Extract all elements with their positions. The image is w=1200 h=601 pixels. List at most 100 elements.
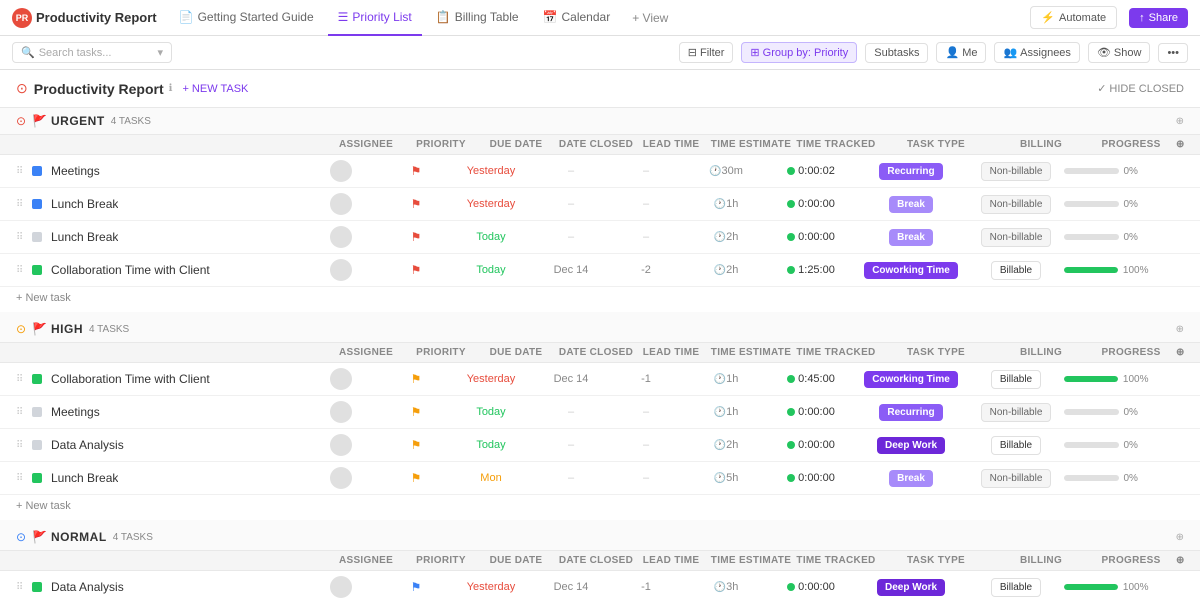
share-button[interactable]: ↑ Share	[1129, 8, 1188, 28]
col-header-assignee: ASSIGNEE	[326, 139, 406, 150]
group-icon: ⊞	[750, 46, 759, 59]
filter-button[interactable]: ⊟ Filter	[679, 42, 734, 63]
me-button[interactable]: 👤 Me	[936, 42, 986, 63]
col-header-time-estimate: TIME ESTIMATE	[706, 139, 796, 150]
task-name: Lunch Break	[51, 230, 118, 244]
avatar	[330, 193, 352, 215]
drag-handle[interactable]: ⠿	[16, 232, 28, 243]
add-task-urgent[interactable]: + New task	[0, 287, 1200, 312]
task-status-color	[32, 473, 42, 483]
drag-handle[interactable]: ⠿	[16, 440, 28, 451]
task-assignee	[301, 259, 381, 281]
drag-handle[interactable]: ⠿	[16, 374, 28, 385]
task-lead-time: -1	[611, 373, 681, 385]
task-type-badge: Recurring	[879, 404, 942, 421]
task-row[interactable]: ⠿ Lunch Break ⚑ Today – – 🕐2h 0:00:00 Br…	[0, 221, 1200, 254]
add-task-high[interactable]: + New task	[0, 495, 1200, 520]
task-date-closed: –	[531, 439, 611, 451]
tab-billing-table[interactable]: 📋 Billing Table	[426, 0, 529, 36]
task-date-closed: –	[531, 472, 611, 484]
task-due-date: Today	[451, 439, 531, 451]
task-due-date: Yesterday	[451, 198, 531, 210]
table-icon: 📋	[436, 10, 451, 24]
drag-handle[interactable]: ⠿	[16, 582, 28, 593]
drag-handle[interactable]: ⠿	[16, 407, 28, 418]
new-task-button[interactable]: + NEW TASK	[182, 83, 248, 95]
more-options-button[interactable]: •••	[1158, 43, 1188, 63]
task-assignee	[301, 193, 381, 215]
normal-add-button[interactable]: ⊕	[1176, 532, 1184, 543]
task-status-color	[32, 582, 42, 592]
assignees-button[interactable]: 👥 Assignees	[994, 42, 1079, 63]
drag-handle[interactable]: ⠿	[16, 166, 28, 177]
task-type-cell: Break	[851, 196, 971, 213]
add-view-button[interactable]: + View	[624, 11, 676, 25]
task-due-date: Today	[451, 231, 531, 243]
automate-button[interactable]: ⚡ Automate	[1030, 6, 1117, 29]
filter-icon: ⊟	[688, 46, 697, 59]
task-due-date: Mon	[451, 472, 531, 484]
task-row[interactable]: ⠿ Collaboration Time with Client ⚑ Yeste…	[0, 363, 1200, 396]
billing-badge: Billable	[991, 578, 1041, 597]
drag-handle[interactable]: ⠿	[16, 473, 28, 484]
priority-flag-red: ⚑	[411, 197, 422, 211]
col-header-lead-time: LEAD TIME	[636, 139, 706, 150]
app-title: Productivity Report	[36, 10, 157, 25]
task-type-cell: Coworking Time	[851, 371, 971, 388]
task-date-closed: –	[531, 231, 611, 243]
task-type-cell: Recurring	[851, 163, 971, 180]
task-row[interactable]: ⠿ Data Analysis ⚑ Yesterday Dec 14 -1 🕐3…	[0, 571, 1200, 601]
app-logo: PR	[12, 8, 32, 28]
drag-handle[interactable]: ⠿	[16, 265, 28, 276]
task-time-tracked: 0:00:00	[771, 406, 851, 418]
task-row[interactable]: ⠿ Meetings ⚑ Today – – 🕐1h 0:00:00 Recur…	[0, 396, 1200, 429]
task-row[interactable]: ⠿ Lunch Break ⚑ Mon – – 🕐5h 0:00:00 Brea…	[0, 462, 1200, 495]
tab-getting-started[interactable]: 📄 Getting Started Guide	[169, 0, 324, 36]
task-time-tracked: 0:00:00	[771, 198, 851, 210]
main-content: ⊙ Productivity Report ℹ + NEW TASK ✓ HID…	[0, 70, 1200, 601]
task-priority: ⚑	[381, 438, 451, 452]
task-type-cell: Break	[851, 470, 971, 487]
high-icon: ⊙	[16, 322, 26, 336]
task-type-badge: Break	[889, 470, 933, 487]
task-date-closed: Dec 14	[531, 373, 611, 385]
eye-icon: 👁	[1097, 46, 1111, 59]
task-progress: 0%	[1061, 199, 1151, 210]
tab-calendar[interactable]: 📅 Calendar	[533, 0, 621, 36]
avatar	[330, 401, 352, 423]
task-row[interactable]: ⠿ Data Analysis ⚑ Today – – 🕐2h 0:00:00 …	[0, 429, 1200, 462]
task-lead-time: –	[611, 165, 681, 177]
show-button[interactable]: 👁 Show	[1088, 42, 1151, 63]
task-assignee	[301, 434, 381, 456]
task-status-color	[32, 265, 42, 275]
urgent-add-button[interactable]: ⊕	[1176, 116, 1184, 127]
subtasks-button[interactable]: Subtasks	[865, 43, 928, 63]
task-name-cell: ⠿ Lunch Break	[16, 197, 301, 211]
tab-priority-list[interactable]: ☰ Priority List	[328, 0, 422, 36]
task-assignee	[301, 226, 381, 248]
task-row[interactable]: ⠿ Collaboration Time with Client ⚑ Today…	[0, 254, 1200, 287]
task-billing: Billable	[971, 436, 1061, 455]
task-progress: 100%	[1061, 582, 1151, 593]
task-time-tracked: 0:00:00	[771, 231, 851, 243]
group-by-button[interactable]: ⊞ Group by: Priority	[741, 42, 857, 63]
task-billing: Non-billable	[971, 162, 1061, 181]
task-row[interactable]: ⠿ Meetings ⚑ Yesterday – – 🕐30m 0:00:02 …	[0, 155, 1200, 188]
task-row[interactable]: ⠿ Lunch Break ⚑ Yesterday – – 🕐1h 0:00:0…	[0, 188, 1200, 221]
high-add-button[interactable]: ⊕	[1176, 324, 1184, 335]
hide-closed-button[interactable]: ✓ HIDE CLOSED	[1097, 82, 1184, 95]
task-status-color	[32, 440, 42, 450]
billing-badge: Billable	[991, 370, 1041, 389]
priority-flag-red: ⚑	[411, 263, 422, 277]
task-priority: ⚑	[381, 197, 451, 211]
col-header-billing: BILLING	[996, 139, 1086, 150]
avatar	[330, 434, 352, 456]
task-time-estimate: 🕐2h	[681, 439, 771, 451]
normal-flag: 🚩	[32, 530, 47, 544]
task-progress: 0%	[1061, 166, 1151, 177]
chevron-down-icon: ▾	[157, 46, 163, 59]
drag-handle[interactable]: ⠿	[16, 199, 28, 210]
task-assignee	[301, 576, 381, 598]
task-time-tracked: 0:00:02	[771, 165, 851, 177]
search-input[interactable]: 🔍 Search tasks... ▾	[12, 42, 172, 63]
